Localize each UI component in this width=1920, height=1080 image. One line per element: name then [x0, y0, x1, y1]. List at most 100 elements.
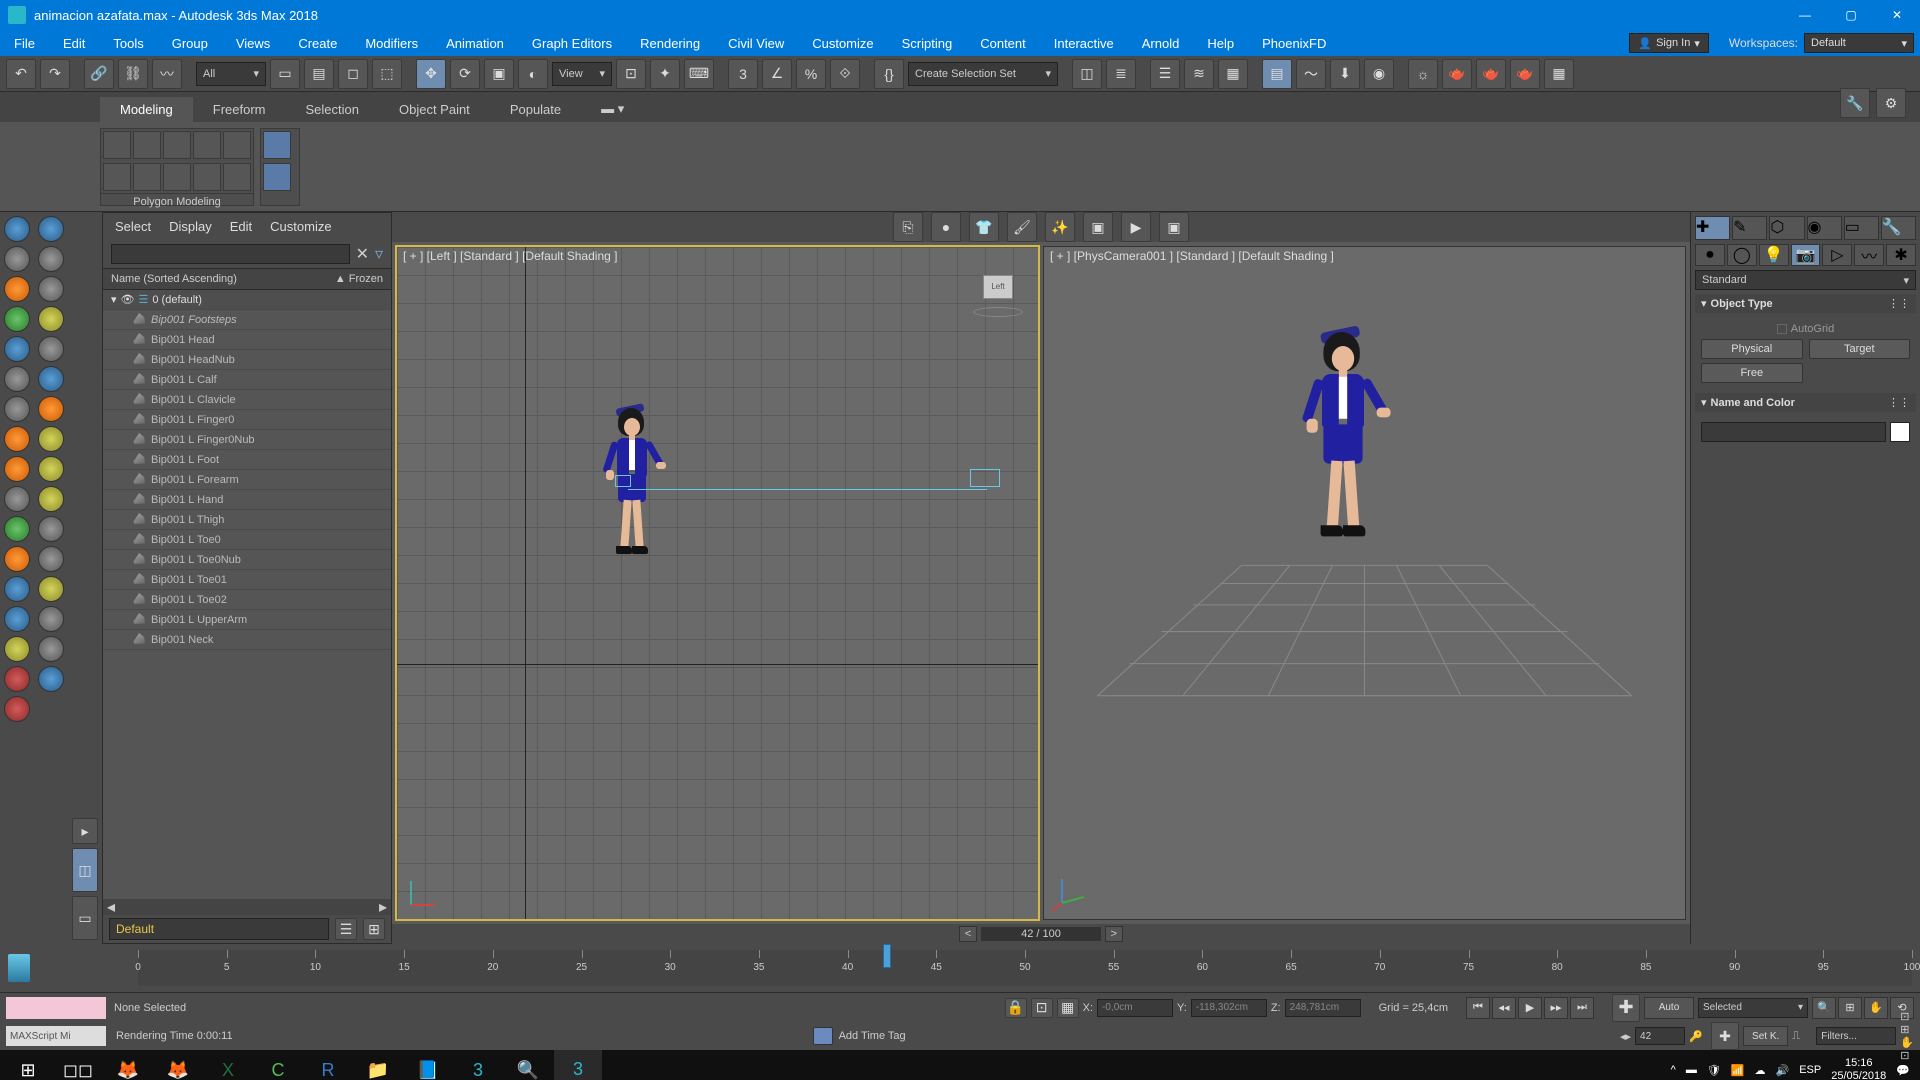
ribbon-collapse-button[interactable]: ▬ ▾: [581, 96, 644, 122]
tray-wifi-icon[interactable]: 📶: [1731, 1064, 1745, 1077]
refcoord-dropdown[interactable]: View▾: [552, 62, 612, 86]
menu-interactive[interactable]: Interactive: [1040, 30, 1128, 56]
camtasia-icon[interactable]: C: [254, 1050, 302, 1080]
ribbon-btn[interactable]: [133, 163, 161, 191]
material-button[interactable]: ◉: [1364, 59, 1394, 89]
pager-prev-button[interactable]: <: [959, 926, 977, 942]
category-dropdown[interactable]: Standard▾: [1695, 270, 1916, 290]
teapot-icon[interactable]: 🫖: [1442, 59, 1472, 89]
y-input[interactable]: -118,302cm: [1191, 999, 1267, 1017]
key-icon[interactable]: 🔑: [1689, 1030, 1707, 1043]
layout-preset-button[interactable]: ▭: [72, 896, 98, 940]
menu-animation[interactable]: Animation: [432, 30, 518, 56]
vp-tool-icon[interactable]: 👕: [969, 212, 999, 242]
rail-icon[interactable]: [4, 486, 30, 512]
firefox-icon[interactable]: 🦊: [104, 1050, 152, 1080]
menu-content[interactable]: Content: [966, 30, 1040, 56]
timeline-config-icon[interactable]: [8, 954, 30, 982]
select-byname-button[interactable]: ▤: [304, 59, 334, 89]
spinner-snap-button[interactable]: ⟐: [830, 59, 860, 89]
rail-icon[interactable]: [4, 246, 30, 272]
rail-icon[interactable]: [4, 396, 30, 422]
setkey-button[interactable]: Set K.: [1743, 1026, 1788, 1046]
menu-group[interactable]: Group: [158, 30, 222, 56]
lock-icon[interactable]: 🔒: [1005, 998, 1027, 1018]
ribbon-btn[interactable]: [163, 163, 191, 191]
se-header[interactable]: Name (Sorted Ascending) ▲ Frozen: [103, 268, 391, 290]
close-button[interactable]: ✕: [1874, 0, 1920, 30]
rail-icon[interactable]: [38, 336, 64, 362]
vp-tool-icon[interactable]: ▣: [1083, 212, 1113, 242]
firefox-icon[interactable]: 🦊: [154, 1050, 202, 1080]
se-item-row[interactable]: Bip001 L Foot: [103, 450, 391, 470]
rail-icon[interactable]: [38, 366, 64, 392]
minimize-button[interactable]: —: [1782, 0, 1828, 30]
utilities-tab[interactable]: 🔧: [1881, 216, 1916, 240]
se-item-row[interactable]: Bip001 Footsteps: [103, 310, 391, 330]
rail-icon[interactable]: [38, 216, 64, 242]
rail-icon[interactable]: [38, 396, 64, 422]
ribbon-help-icon[interactable]: ⚙: [1876, 88, 1906, 118]
render-setup-button[interactable]: ☼: [1408, 59, 1438, 89]
revit-icon[interactable]: R: [304, 1050, 352, 1080]
pager-next-button[interactable]: >: [1105, 926, 1123, 942]
se-item-row[interactable]: Bip001 L Thigh: [103, 510, 391, 530]
redo-button[interactable]: ↷: [40, 59, 70, 89]
se-item-row[interactable]: Bip001 L Hand: [103, 490, 391, 510]
menu-customize[interactable]: Customize: [798, 30, 887, 56]
render-button[interactable]: ▦: [1544, 59, 1574, 89]
camera-gizmo[interactable]: [970, 469, 1000, 487]
align-button[interactable]: ≣: [1106, 59, 1136, 89]
ribbon-btn[interactable]: [263, 163, 291, 191]
tray-cloud-icon[interactable]: ☁: [1755, 1064, 1766, 1077]
search-icon[interactable]: 🔍: [504, 1050, 552, 1080]
maxscript-listener[interactable]: MAXScript Mi: [6, 1026, 106, 1046]
workspace-dropdown[interactable]: Default▾: [1804, 33, 1914, 53]
rail-icon[interactable]: [38, 456, 64, 482]
collapse-icon[interactable]: ▾: [111, 293, 117, 306]
placement-button[interactable]: ◐: [518, 59, 548, 89]
rail-icon[interactable]: [4, 456, 30, 482]
goto-start-button[interactable]: ⏮: [1466, 997, 1490, 1019]
color-swatch[interactable]: [1890, 422, 1910, 442]
play-button[interactable]: ▶: [1518, 997, 1542, 1019]
rail-icon[interactable]: [4, 426, 30, 452]
rotate-button[interactable]: ⟳: [450, 59, 480, 89]
curve-editor-button[interactable]: ≋: [1184, 59, 1214, 89]
ribbon-btn[interactable]: [103, 163, 131, 191]
teapot3-icon[interactable]: 🫖: [1510, 59, 1540, 89]
ribbon-btn[interactable]: [193, 163, 221, 191]
rail-icon[interactable]: [4, 576, 30, 602]
current-frame-input[interactable]: [1635, 1027, 1685, 1045]
prev-key-icon[interactable]: ◂▸: [1620, 1030, 1631, 1043]
menu-rendering[interactable]: Rendering: [626, 30, 714, 56]
ribbon-btn[interactable]: [163, 131, 191, 159]
modify-tab[interactable]: ✎: [1732, 216, 1767, 240]
start-button[interactable]: ⊞: [4, 1050, 52, 1080]
tray-notifications-icon[interactable]: 💬: [1896, 1064, 1910, 1077]
rail-icon[interactable]: [4, 276, 30, 302]
vp-tool-icon[interactable]: ▶: [1121, 212, 1151, 242]
z-input[interactable]: 248,781cm: [1285, 999, 1361, 1017]
tray-lang[interactable]: ESP: [1799, 1064, 1821, 1076]
viewcube[interactable]: Left: [968, 267, 1028, 327]
menu-views[interactable]: Views: [222, 30, 284, 56]
layout-preset-button[interactable]: ◫: [72, 848, 98, 892]
next-frame-button[interactable]: ▸▸: [1544, 997, 1568, 1019]
ribbon-tab-populate[interactable]: Populate: [490, 97, 581, 122]
named-sel-button[interactable]: {}: [874, 59, 904, 89]
menu-grapheditors[interactable]: Graph Editors: [518, 30, 626, 56]
se-list[interactable]: ▾ 👁 ☰ 0 (default) Bip001 FootstepsBip001…: [103, 290, 391, 899]
keyopts-icon[interactable]: ⎍: [1792, 1030, 1812, 1043]
vp-tool-icon[interactable]: ⎘: [893, 212, 923, 242]
snaps-button[interactable]: 3: [728, 59, 758, 89]
se-item-row[interactable]: Bip001 L Toe0Nub: [103, 550, 391, 570]
shapes-icon[interactable]: ◯: [1727, 244, 1757, 266]
manipulate-button[interactable]: ✦: [650, 59, 680, 89]
menu-create[interactable]: Create: [284, 30, 351, 56]
autogrid-checkbox[interactable]: AutoGrid: [1701, 323, 1910, 335]
menu-arnold[interactable]: Arnold: [1128, 30, 1194, 56]
rollout-objecttype[interactable]: ▾Object Type⋮⋮: [1695, 294, 1916, 313]
ribbon-btn[interactable]: [223, 131, 251, 159]
explorer-icon[interactable]: 📁: [354, 1050, 402, 1080]
